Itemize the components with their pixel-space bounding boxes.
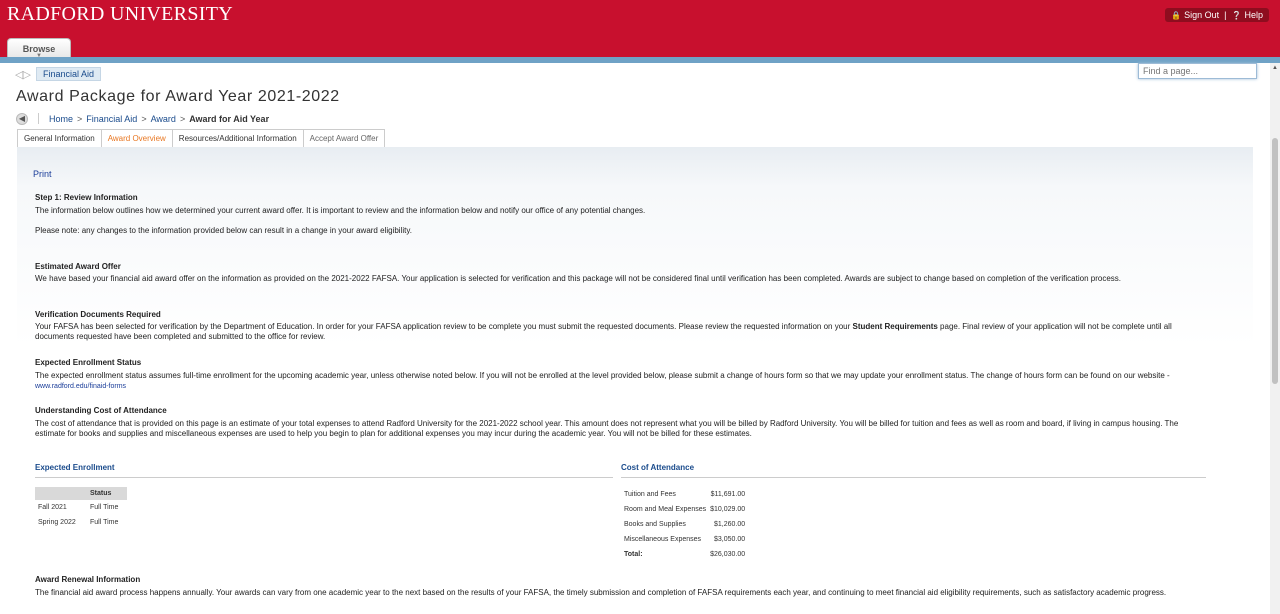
back-arrow-icon[interactable]: ◀ — [16, 113, 28, 125]
page-title: Award Package for Award Year 2021-2022 — [16, 88, 340, 105]
estimated-award-text: We have based your financial aid award o… — [35, 274, 1121, 283]
expected-enrollment-heading: Expected Enrollment — [35, 463, 115, 472]
breadcrumb: Home > Financial Aid > Award > Award for Aid Y… — [49, 114, 269, 124]
estimated-award-heading: Estimated Award Offer — [35, 262, 121, 271]
term-cell: Spring 2022 — [38, 519, 76, 526]
table-row: Books and Supplies $1,260.00 — [622, 517, 747, 532]
table-header-row: Status — [35, 487, 127, 500]
finaid-forms-link[interactable]: www.radford.edu/finaid-forms — [35, 383, 126, 390]
university-logo[interactable]: RADFORD UNIVERSITY — [7, 3, 233, 26]
step1-text: The information below outlines how we de… — [35, 206, 646, 215]
browse-button[interactable]: Browse ▼ — [7, 38, 71, 59]
total-row: Total: $26,030.00 — [622, 547, 747, 562]
cost-label: Room and Meal Expenses — [624, 506, 707, 513]
verification-text: Your FAFSA has been selected for verific… — [35, 322, 1207, 342]
cost-of-attendance-heading: Cost of Attendance — [621, 463, 695, 472]
breadcrumb-separator: > — [77, 114, 83, 124]
expected-enrollment-table: Status Fall 2021 Full Time Spring 2022 F… — [35, 487, 127, 530]
term-column-header — [35, 487, 87, 500]
enrollment-status-text: The expected enrollment status assumes f… — [35, 371, 1207, 392]
award-tabs: General Information Award Overview Resou… — [17, 129, 386, 148]
link-separator: | — [1224, 10, 1227, 20]
divider — [35, 477, 613, 478]
enrollment-status-body: The expected enrollment status assumes f… — [35, 371, 1170, 380]
print-link[interactable]: Print — [33, 169, 52, 179]
history-arrows-icon[interactable]: ◁▷ — [15, 68, 31, 81]
total-amount: $26,030.00 — [710, 551, 746, 558]
sign-out-link[interactable]: Sign Out — [1184, 10, 1219, 20]
step1-heading: Step 1: Review Information — [35, 193, 138, 202]
step1-note: Please note: any changes to the informat… — [35, 226, 412, 235]
tab-award-overview[interactable]: Award Overview — [101, 129, 173, 148]
top-header: RADFORD UNIVERSITY 🔒 Sign Out | ❔ Help B… — [0, 0, 1280, 59]
status-cell: Full Time — [90, 519, 119, 526]
cost-amount: $10,029.00 — [710, 506, 746, 513]
status-cell: Full Time — [90, 504, 119, 511]
cost-label: Books and Supplies — [624, 521, 686, 528]
coa-info-heading: Understanding Cost of Attendance — [35, 406, 167, 415]
table-row: Miscellaneous Expenses $3,050.00 — [622, 532, 747, 547]
divider — [38, 113, 39, 124]
cost-of-attendance-table: Tuition and Fees $11,691.00 Room and Mea… — [622, 487, 747, 562]
table-row: Room and Meal Expenses $10,029.00 — [622, 502, 747, 517]
breadcrumb-separator: > — [179, 114, 186, 124]
table-row: Fall 2021 Full Time — [35, 500, 127, 515]
cost-label: Miscellaneous Expenses — [624, 536, 702, 543]
status-column-header: Status — [87, 487, 127, 500]
header-accent-bar — [0, 57, 1280, 63]
page-scrollbar[interactable]: ▲ — [1270, 63, 1280, 614]
cost-amount: $11,691.00 — [710, 491, 746, 498]
total-label: Total: — [624, 551, 643, 558]
breadcrumb-financial-aid[interactable]: Financial Aid — [86, 114, 137, 124]
table-row: Tuition and Fees $11,691.00 — [622, 487, 747, 502]
breadcrumb-current: Award for Aid Year — [189, 114, 270, 124]
lock-icon: 🔒 — [1171, 10, 1182, 20]
cost-amount: $3,050.00 — [714, 536, 746, 543]
verification-text-pre: Your FAFSA has been selected for verific… — [35, 322, 853, 331]
breadcrumb-separator: > — [141, 114, 147, 124]
verification-heading: Verification Documents Required — [35, 310, 161, 319]
scroll-up-icon[interactable]: ▲ — [1270, 65, 1280, 71]
breadcrumb-home[interactable]: Home — [49, 114, 73, 124]
divider — [621, 477, 1206, 478]
renewal-heading: Award Renewal Information — [35, 575, 141, 584]
help-link[interactable]: Help — [1244, 10, 1263, 20]
account-links: 🔒 Sign Out | ❔ Help — [1165, 8, 1269, 22]
cost-amount: $1,260.00 — [714, 521, 746, 528]
help-icon: ❔ — [1231, 10, 1242, 20]
coa-info-text: The cost of attendance that is provided … — [35, 419, 1179, 438]
tab-accept-award-offer[interactable]: Accept Award Offer — [303, 129, 386, 148]
tab-resources[interactable]: Resources/Additional Information — [172, 129, 304, 148]
table-row: Spring 2022 Full Time — [35, 515, 127, 530]
term-cell: Fall 2021 — [38, 504, 67, 511]
tab-general-information[interactable]: General Information — [17, 129, 102, 148]
scrollbar-thumb[interactable] — [1272, 138, 1278, 384]
breadcrumb-award[interactable]: Award — [151, 114, 176, 124]
renewal-text: The financial aid award process happens … — [35, 588, 1167, 597]
find-page-input[interactable] — [1138, 63, 1257, 79]
enrollment-status-heading: Expected Enrollment Status — [35, 358, 142, 367]
cost-label: Tuition and Fees — [624, 491, 676, 498]
student-requirements-link[interactable]: Student Requirements — [852, 322, 937, 331]
financial-aid-chip[interactable]: Financial Aid — [36, 67, 102, 81]
